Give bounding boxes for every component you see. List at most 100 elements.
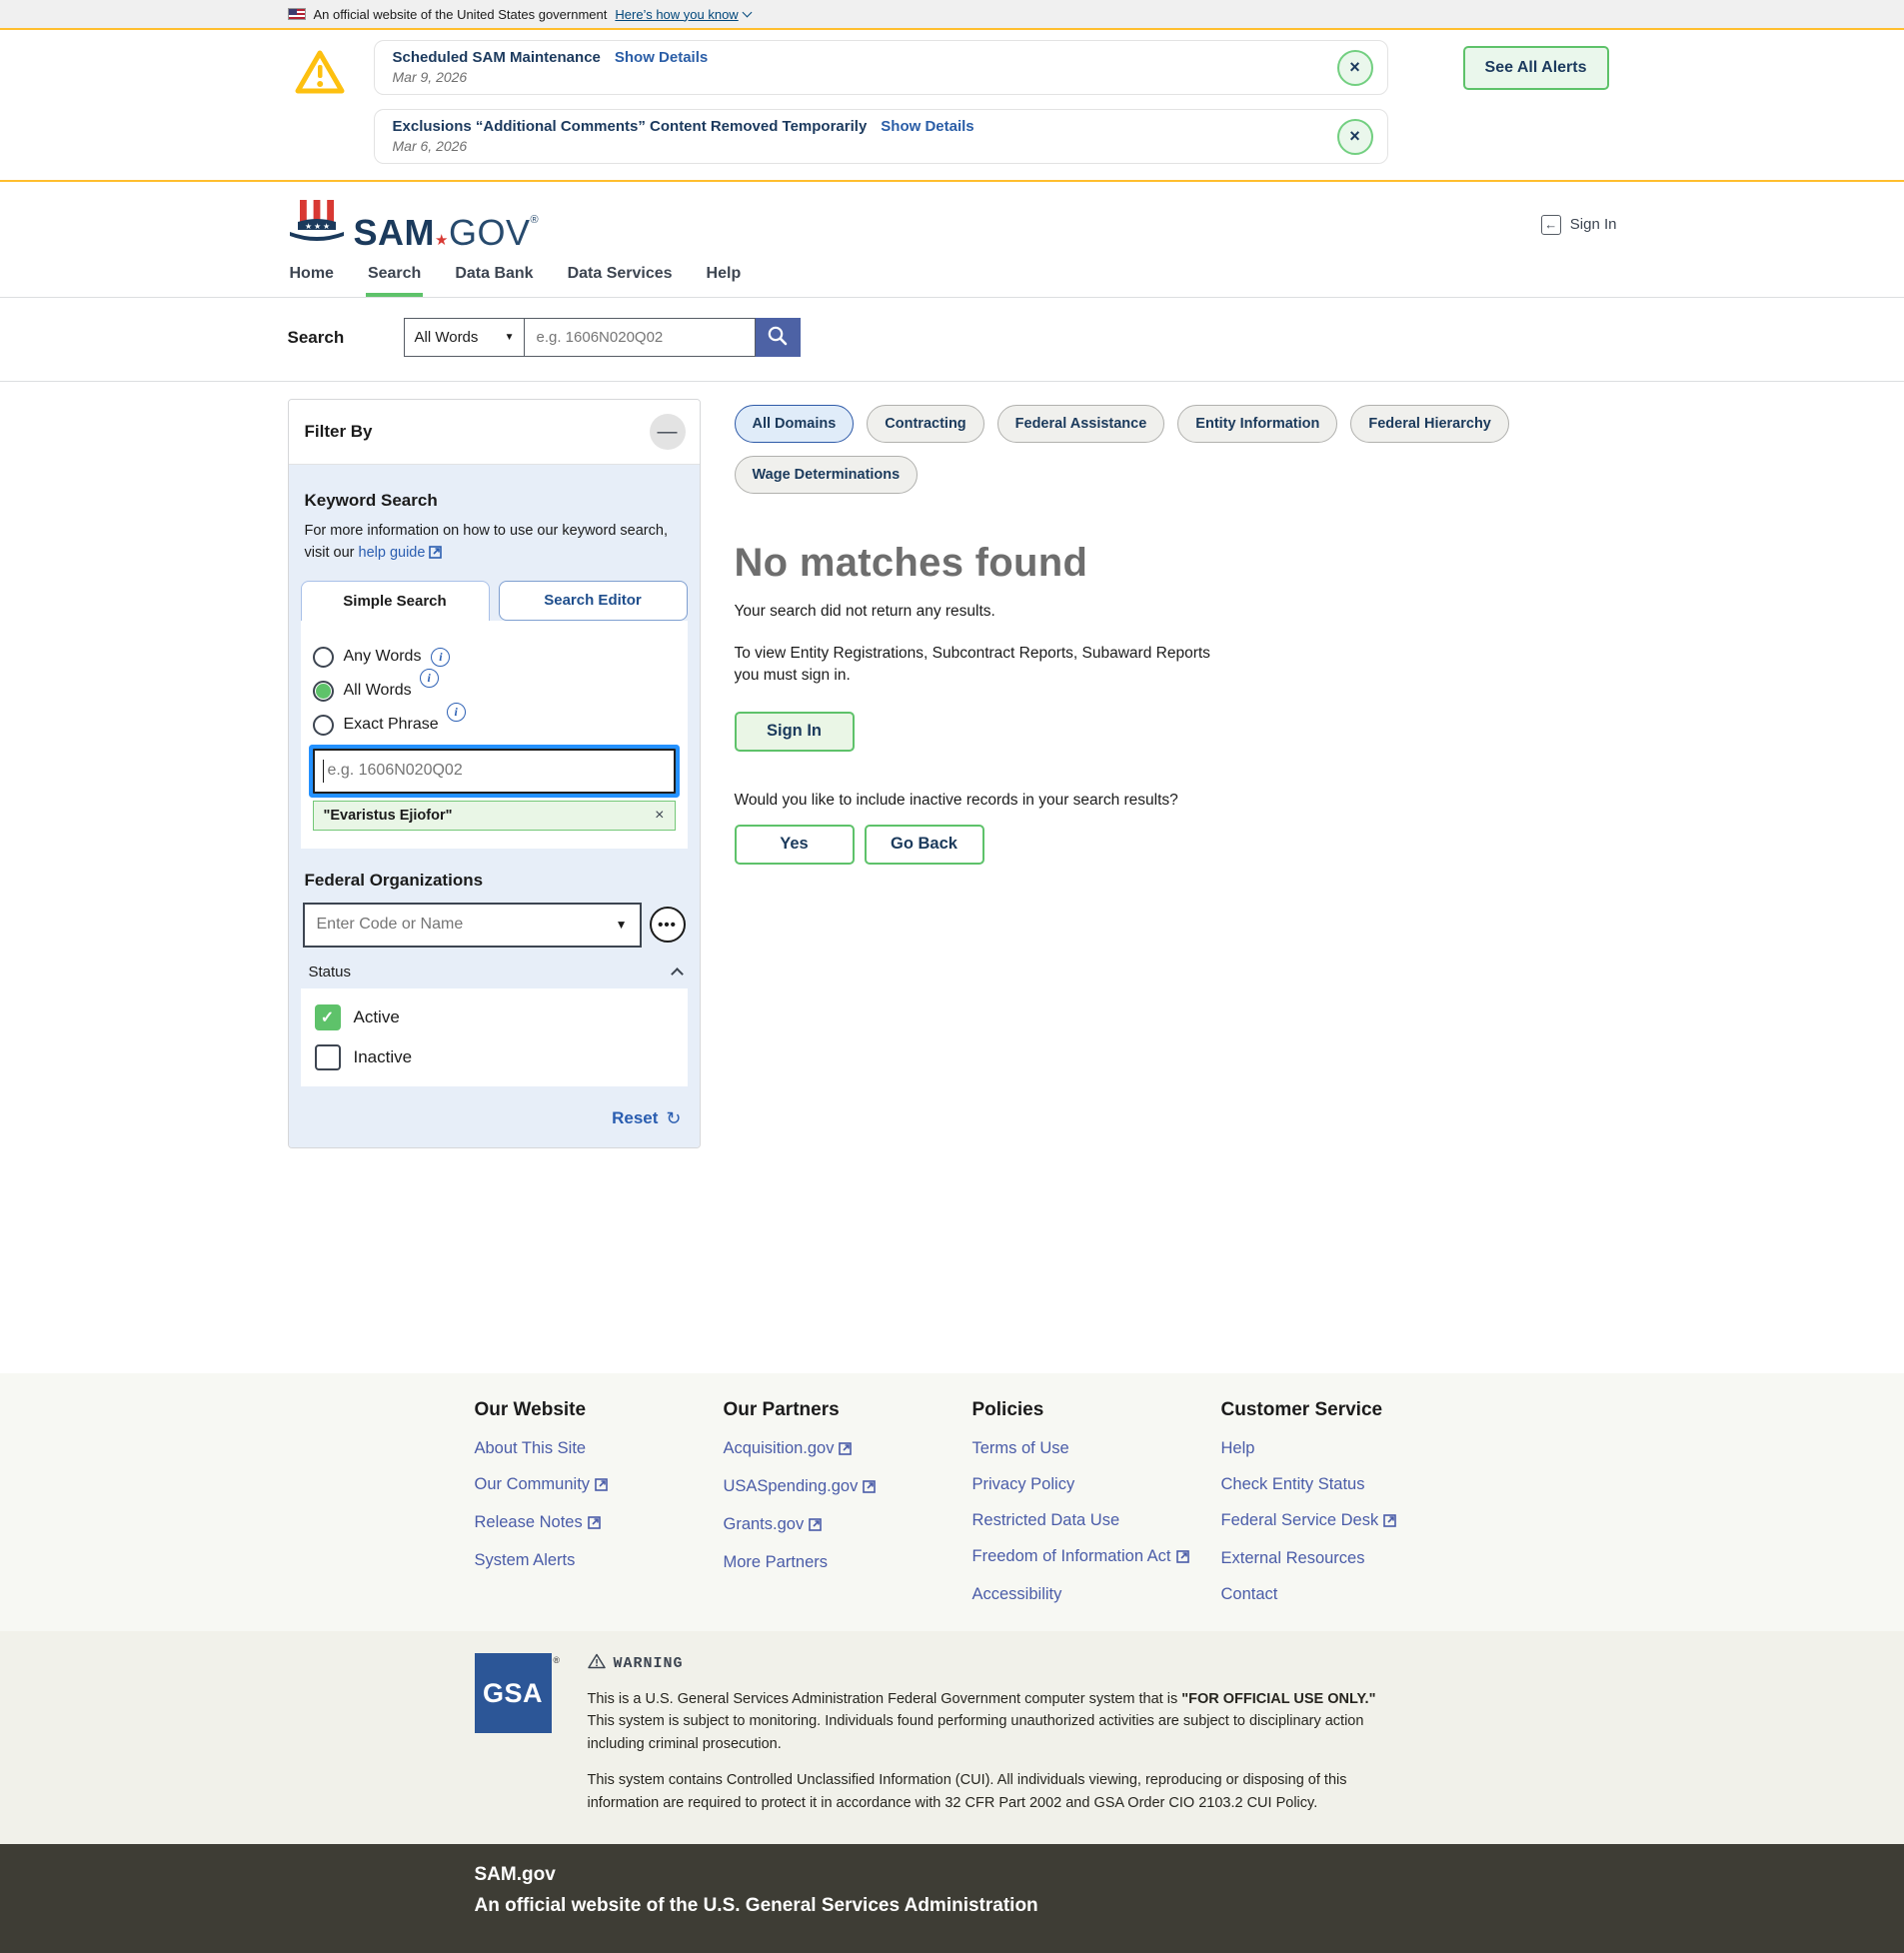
warning-text: This system is subject to monitoring. In… [588, 1713, 1364, 1751]
show-details-link[interactable]: Show Details [615, 49, 708, 66]
filter-by-title: Filter By [305, 422, 373, 442]
footer-link-about-this-site[interactable]: About This Site [475, 1439, 724, 1458]
info-icon[interactable]: i [431, 648, 450, 667]
footer-link-usaspending-gov[interactable]: USASpending.gov [724, 1477, 972, 1498]
svg-text:★: ★ [323, 222, 330, 231]
gov-banner: An official website of the United States… [0, 0, 1904, 30]
footer-link-check-entity-status[interactable]: Check Entity Status [1221, 1475, 1470, 1494]
active-label: Active [354, 1007, 400, 1027]
active-checkbox[interactable]: ✓ [315, 1004, 341, 1030]
logo-wordmark: SAM★GOV® [354, 215, 540, 251]
keyword-tag-text: "Evaristus Ejiofor" [324, 808, 453, 824]
warning-triangle-icon [294, 48, 346, 101]
tab-search-editor[interactable]: Search Editor [499, 581, 688, 621]
footer-link-label: Acquisition.gov [724, 1439, 835, 1457]
refresh-icon[interactable]: ↻ [666, 1108, 681, 1129]
exact-phrase-radio[interactable] [313, 715, 334, 736]
pill-entity-information[interactable]: Entity Information [1177, 405, 1337, 443]
chevron-up-icon[interactable] [671, 968, 684, 980]
alert-card-exclusions: Exclusions “Additional Comments” Content… [374, 109, 1388, 164]
pill-contracting[interactable]: Contracting [867, 405, 983, 443]
footer-link-release-notes[interactable]: Release Notes [475, 1513, 724, 1534]
nav-item-home[interactable]: Home [288, 257, 336, 297]
text-cursor [323, 760, 325, 783]
sign-in-button[interactable]: Sign In [735, 712, 855, 752]
sam-gov-logo[interactable]: ★ ★ ★ SAM★GOV® [288, 198, 540, 251]
footer-link-label: Federal Service Desk [1221, 1511, 1379, 1529]
gsa-logo: GSA ® [475, 1653, 552, 1733]
external-link-icon [839, 1441, 852, 1460]
all-words-radio[interactable] [313, 681, 334, 702]
collapse-filters-button[interactable]: — [650, 414, 686, 450]
external-link-icon [863, 1479, 876, 1498]
footer-link-contact[interactable]: Contact [1221, 1585, 1470, 1604]
close-alert-button[interactable]: × [1337, 50, 1373, 86]
footer-link-terms-of-use[interactable]: Terms of Use [972, 1439, 1221, 1458]
any-words-radio[interactable] [313, 647, 334, 668]
see-all-alerts-button[interactable]: See All Alerts [1463, 46, 1609, 90]
show-details-link[interactable]: Show Details [881, 118, 973, 135]
status-inactive-option[interactable]: Inactive [315, 1044, 674, 1070]
footer-link-restricted-data-use[interactable]: Restricted Data Use [972, 1511, 1221, 1530]
info-icon[interactable]: i [420, 669, 439, 688]
more-options-button[interactable]: ••• [650, 907, 686, 943]
footer-link-our-community[interactable]: Our Community [475, 1475, 724, 1496]
pill-all-domains[interactable]: All Domains [735, 405, 855, 443]
nav-item-data-bank[interactable]: Data Bank [453, 257, 535, 297]
go-back-button[interactable]: Go Back [865, 825, 984, 865]
heres-how-you-know-link[interactable]: Here’s how you know [615, 7, 750, 22]
inactive-checkbox[interactable] [315, 1044, 341, 1070]
footer-link-more-partners[interactable]: More Partners [724, 1553, 972, 1572]
svg-text:★: ★ [305, 222, 312, 231]
help-guide-link[interactable]: help guide [359, 545, 443, 561]
close-alert-button[interactable]: × [1337, 119, 1373, 155]
footer-warning-section: GSA ® WARNING This is a U.S. General Ser… [0, 1631, 1904, 1844]
inactive-label: Inactive [354, 1047, 413, 1067]
tab-simple-search[interactable]: Simple Search [301, 581, 490, 621]
footer-link-label: Our Community [475, 1475, 591, 1493]
footer-link-federal-service-desk[interactable]: Federal Service Desk [1221, 1511, 1470, 1532]
footer-link-accessibility[interactable]: Accessibility [972, 1585, 1221, 1604]
status-active-option[interactable]: ✓ Active [315, 1004, 674, 1030]
footer-link-acquisition-gov[interactable]: Acquisition.gov [724, 1439, 972, 1460]
footer-link-foia[interactable]: Freedom of Information Act [972, 1547, 1221, 1568]
search-label: Search [288, 328, 404, 348]
footer-col-our-website: Our Website About This Site Our Communit… [475, 1399, 724, 1621]
sign-in-link[interactable]: ← Sign In [1541, 215, 1617, 235]
search-submit-button[interactable] [756, 318, 801, 357]
remove-tag-icon[interactable]: × [655, 807, 664, 825]
yes-button[interactable]: Yes [735, 825, 855, 865]
nav-item-help[interactable]: Help [705, 257, 744, 297]
pill-federal-hierarchy[interactable]: Federal Hierarchy [1350, 405, 1509, 443]
warning-heading: WARNING [614, 1655, 684, 1672]
footer-link-system-alerts[interactable]: System Alerts [475, 1551, 724, 1570]
footer-link-external-resources[interactable]: External Resources [1221, 1549, 1470, 1568]
federal-organizations-combobox[interactable]: ▼ [303, 903, 642, 948]
svg-text:★: ★ [314, 222, 321, 231]
logo-sam-text: SAM [354, 212, 436, 253]
warning-paragraph-1: This is a U.S. General Services Administ… [588, 1688, 1377, 1755]
logo-gov-text: GOV [449, 212, 531, 253]
nav-item-data-services[interactable]: Data Services [566, 257, 675, 297]
pill-federal-assistance[interactable]: Federal Assistance [997, 405, 1165, 443]
footer-link-grants-gov[interactable]: Grants.gov [724, 1515, 972, 1536]
info-icon[interactable]: i [447, 703, 466, 722]
reset-filters-link[interactable]: Reset [612, 1108, 658, 1128]
gov-banner-text: An official website of the United States… [314, 7, 608, 22]
dropdown-arrow-icon: ▼ [505, 332, 515, 343]
footer-col-heading: Our Partners [724, 1399, 972, 1421]
org-code-input[interactable] [305, 916, 590, 934]
pill-wage-determinations[interactable]: Wage Determinations [735, 456, 919, 494]
keyword-input[interactable] [313, 749, 676, 794]
footer-link-label: Grants.gov [724, 1515, 805, 1533]
footer-link-privacy-policy[interactable]: Privacy Policy [972, 1475, 1221, 1494]
no-matches-heading: No matches found [735, 541, 1617, 586]
search-input[interactable] [525, 318, 756, 357]
arrow-left-glyph: ← [1544, 217, 1557, 232]
footer-col-heading: Customer Service [1221, 1399, 1470, 1421]
nav-item-search[interactable]: Search [366, 257, 423, 297]
alert-title: Exclusions “Additional Comments” Content… [393, 118, 868, 135]
footer-link-help[interactable]: Help [1221, 1439, 1470, 1458]
search-mode-select[interactable]: All Words ▼ [404, 318, 525, 357]
warning-text-bold: "FOR OFFICIAL USE ONLY." [1181, 1691, 1375, 1707]
